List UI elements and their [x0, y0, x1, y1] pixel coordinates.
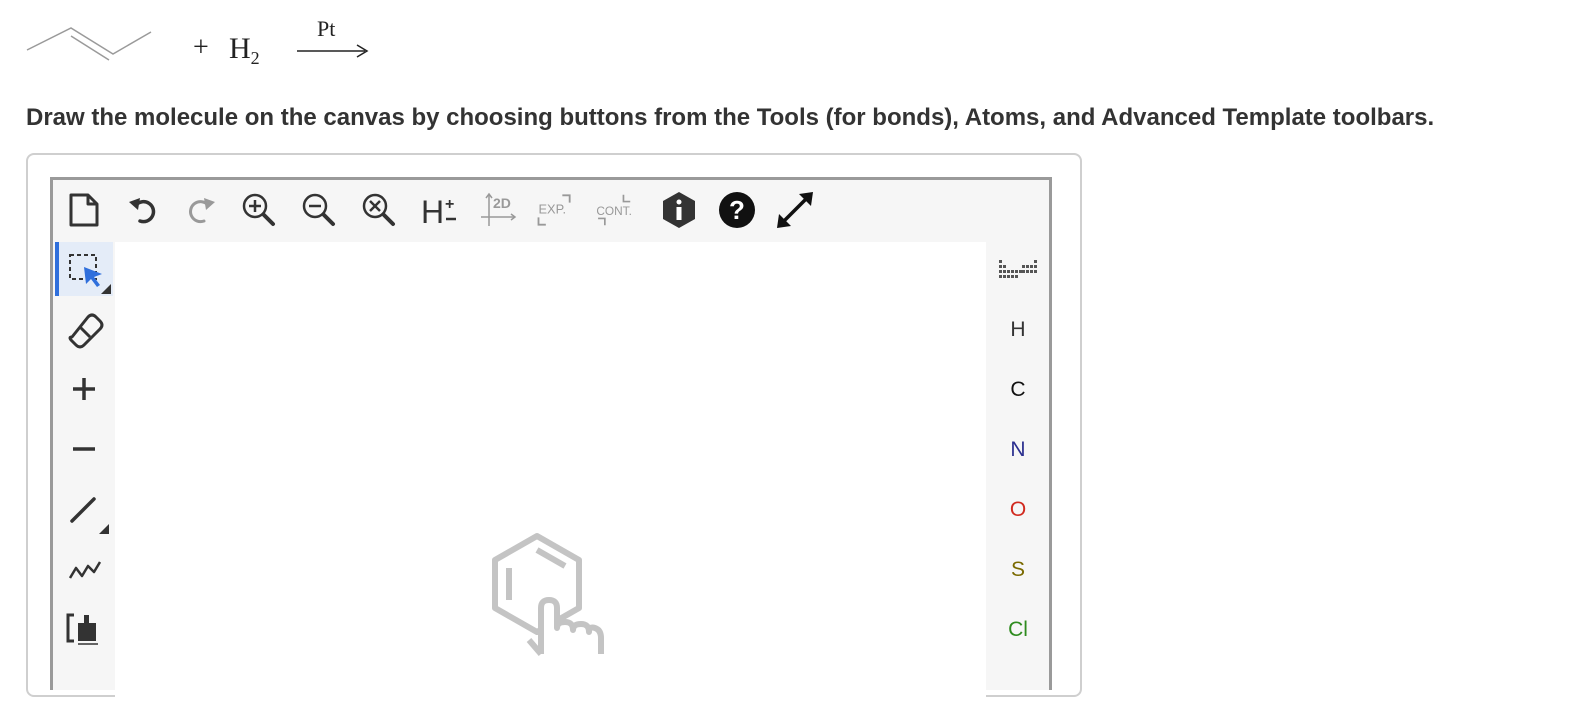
periodic-table-icon [999, 260, 1037, 278]
svg-text:EXP.: EXP. [539, 202, 567, 217]
svg-text:CONT.: CONT. [596, 204, 631, 218]
expand-icon: EXP. [537, 194, 571, 226]
periodic-table-button[interactable] [987, 248, 1049, 292]
atom-label-s: S [1010, 558, 1025, 581]
atom-button-c[interactable]: C [987, 368, 1049, 412]
left-toolbar [53, 242, 113, 702]
zoom-reset-icon [362, 193, 395, 226]
clean-2d-button[interactable]: 2D [477, 188, 521, 232]
reagent-subscript: 2 [250, 48, 260, 68]
top-toolbar: H + 2D EXP. CONT. ? [53, 180, 1049, 240]
svg-text:+: + [445, 196, 454, 213]
canvas-placeholder-icon [492, 533, 604, 656]
reagent-symbol: H [229, 32, 251, 65]
zoom-out-icon [302, 193, 335, 226]
atom-button-o[interactable]: O [987, 488, 1049, 532]
atom-label-c: C [1010, 378, 1026, 401]
atom-label-cl: Cl [1008, 618, 1028, 641]
svg-text:?: ? [729, 195, 745, 225]
zoom-out-button[interactable] [297, 188, 341, 232]
eraser-tool[interactable] [57, 302, 111, 356]
svg-text:2D: 2D [493, 195, 511, 211]
selection-arrow-icon [69, 254, 102, 287]
redo-icon [189, 198, 215, 224]
bond-tool[interactable] [57, 482, 111, 536]
undo-button[interactable] [121, 188, 165, 232]
single-bond-icon [70, 497, 96, 523]
molecule-editor: H + 2D EXP. C O NT. ? H C N O S Cl [50, 177, 1052, 702]
plus-sign: + [193, 32, 209, 63]
help-button[interactable]: ? [715, 188, 759, 232]
eraser-icon [68, 313, 104, 349]
bracket-tool[interactable] [57, 602, 111, 656]
select-tool[interactable] [55, 242, 113, 296]
help-icon: ? [719, 192, 755, 228]
atoms-toolbar: H C N O S Cl [987, 242, 1049, 702]
minus-charge-icon [73, 447, 95, 451]
info-icon [663, 192, 695, 228]
contract-icon: CONT. [596, 194, 632, 226]
hydrogen-reagent: H2 [229, 32, 260, 68]
clean-2d-icon: 2D [481, 192, 517, 226]
hydrogen-toggle-icon: H + [421, 194, 456, 227]
fullscreen-button[interactable] [773, 188, 817, 232]
info-button[interactable] [657, 188, 701, 232]
charge-plus-tool[interactable] [57, 362, 111, 416]
bracket-icon [66, 613, 98, 645]
reaction-arrow-icon [297, 44, 369, 58]
zoom-reset-button[interactable] [357, 188, 401, 232]
atom-label-n: N [1010, 438, 1026, 461]
atom-label-o: O [1009, 498, 1027, 521]
propene-skeletal-structure [26, 27, 152, 61]
chain-icon [68, 561, 102, 579]
fullscreen-icon [777, 192, 813, 228]
atom-button-n[interactable]: N [987, 428, 1049, 472]
expand-button[interactable]: EXP. [533, 188, 577, 232]
atom-button-cl[interactable]: Cl [987, 608, 1049, 652]
instructions-text: Draw the molecule on the canvas by choos… [26, 104, 1435, 131]
atom-label-h: H [1010, 318, 1026, 341]
zoom-in-button[interactable] [237, 188, 281, 232]
undo-icon [129, 198, 156, 224]
tool-group-indicator [99, 524, 109, 534]
atom-button-h[interactable]: H [987, 308, 1049, 352]
new-document-button[interactable] [62, 188, 106, 232]
zoom-in-icon [242, 193, 275, 226]
redo-button[interactable] [179, 188, 223, 232]
contract-button[interactable]: CONT. [593, 188, 637, 232]
atom-button-s[interactable]: S [987, 548, 1049, 592]
svg-text:H: H [421, 194, 444, 227]
tool-group-indicator [101, 284, 111, 294]
reaction-equation: + H2 Pt [25, 10, 369, 70]
plus-charge-icon [73, 378, 95, 400]
hydrogen-toggle-button[interactable]: H + [417, 188, 461, 232]
drawing-canvas[interactable] [115, 242, 986, 702]
catalyst-label: Pt [317, 16, 336, 41]
chain-tool[interactable] [57, 542, 111, 596]
new-document-icon [69, 193, 99, 227]
charge-minus-tool[interactable] [57, 422, 111, 476]
